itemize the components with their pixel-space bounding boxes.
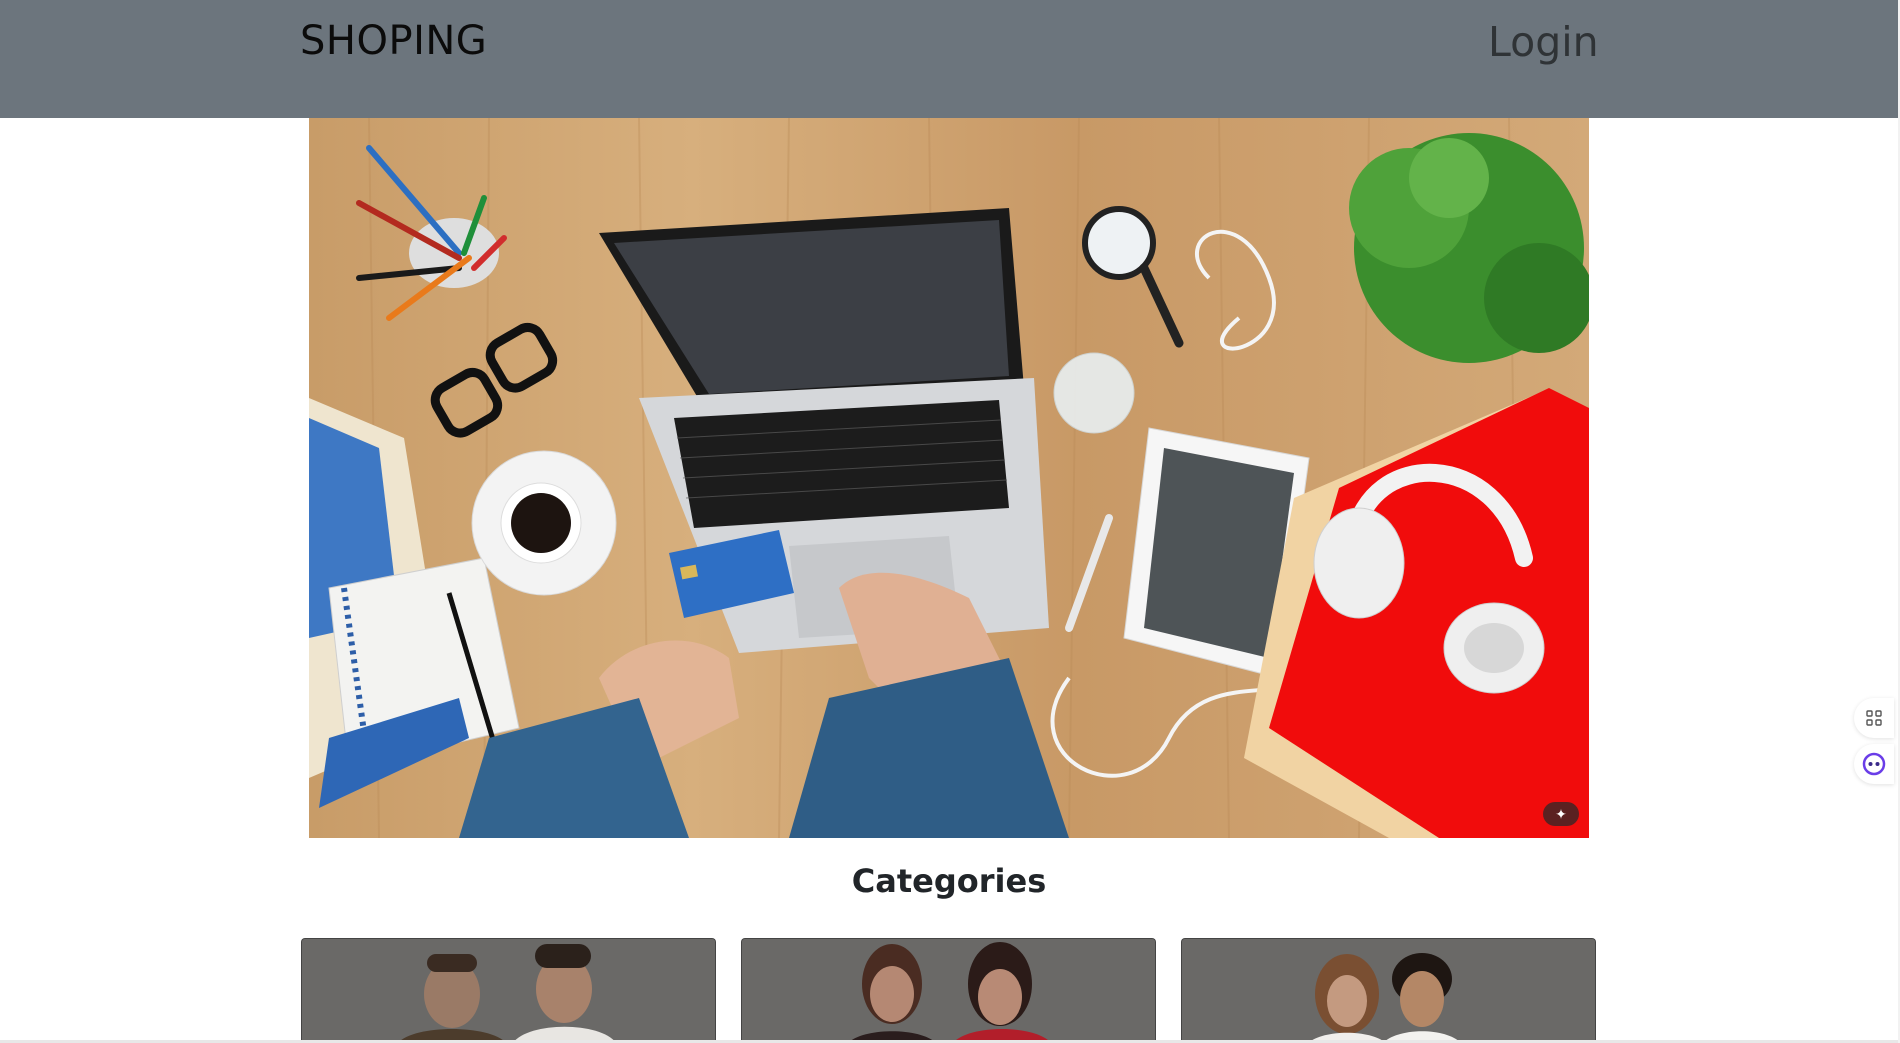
brand-logo[interactable]: SHOPING: [300, 18, 487, 64]
navbar: SHOPING Login: [0, 0, 1898, 118]
category-card-women[interactable]: [741, 938, 1156, 1043]
login-link[interactable]: Login: [1488, 18, 1599, 66]
assistant-icon[interactable]: [1854, 744, 1894, 784]
side-toolbar: [1854, 698, 1900, 790]
hero-image: ✦: [309, 118, 1589, 838]
magic-wand-icon[interactable]: ✦: [1543, 802, 1579, 826]
category-card-kids[interactable]: [1181, 938, 1596, 1043]
categories-heading: Categories: [851, 862, 1047, 900]
category-card-men[interactable]: [301, 938, 716, 1043]
apps-grid-icon[interactable]: [1854, 698, 1894, 738]
